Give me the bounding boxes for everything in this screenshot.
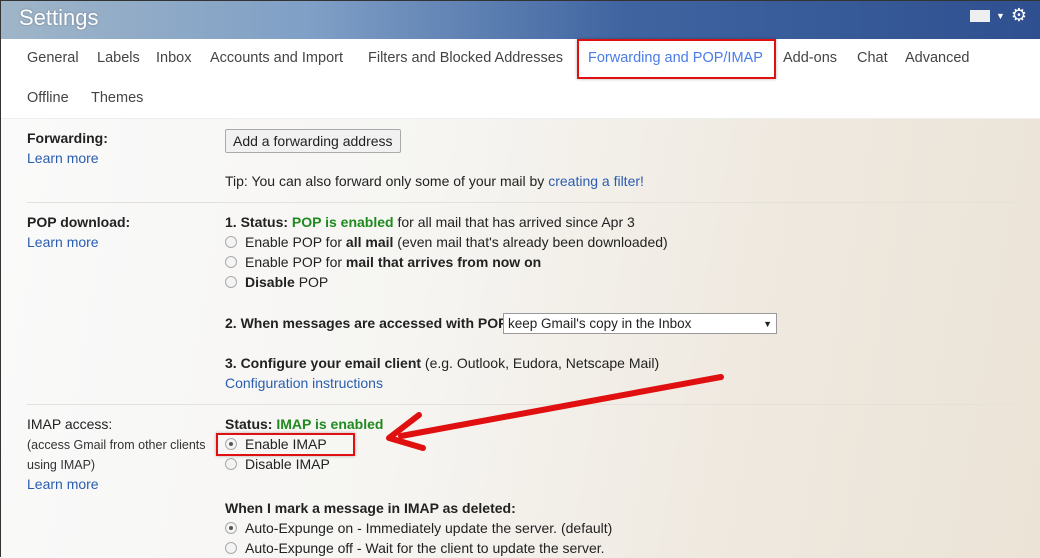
annotation-arrow [386, 374, 724, 451]
